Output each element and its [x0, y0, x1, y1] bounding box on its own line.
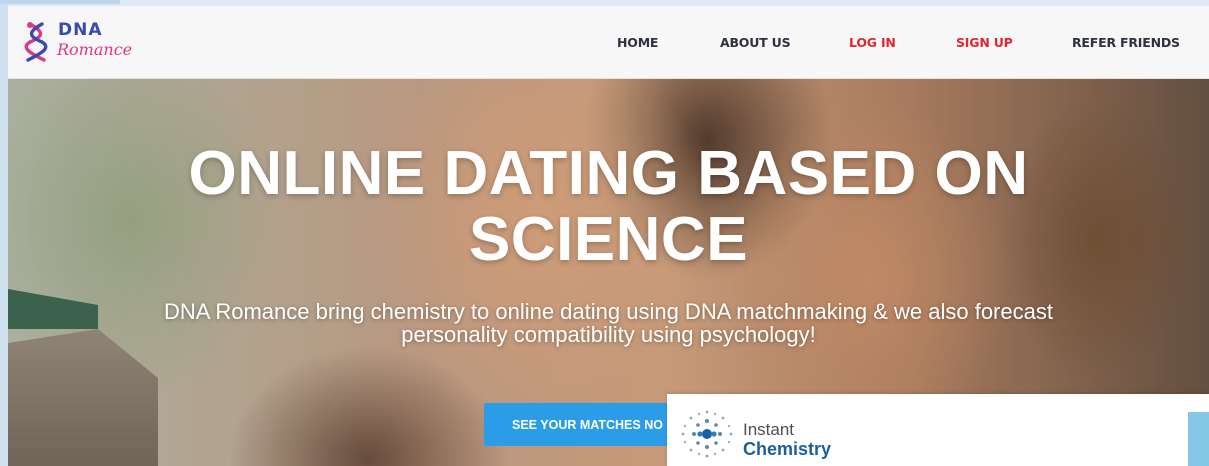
card-side-tab[interactable]	[1188, 412, 1209, 466]
nav-refer-friends[interactable]: REFER FRIENDS	[1072, 35, 1180, 50]
hero-subtitle: DNA Romance bring chemistry to online da…	[88, 300, 1129, 346]
see-matches-button[interactable]: SEE YOUR MATCHES NO	[484, 403, 684, 446]
dna-helix-icon	[24, 22, 48, 62]
dna-romance-logo[interactable]: DNA Romance	[24, 20, 134, 66]
hero-title-line2: SCIENCE	[468, 205, 749, 274]
hero-subtitle-line2: personality compatibility using psycholo…	[401, 322, 816, 347]
dots-starburst-icon	[681, 410, 733, 458]
hero-subtitle-line1: DNA Romance bring chemistry to online da…	[164, 299, 1053, 324]
logo-text-romance: Romance	[57, 40, 133, 59]
nav-log-in[interactable]: LOG IN	[849, 35, 896, 50]
nav-home[interactable]: HOME	[617, 35, 658, 50]
background-awning	[8, 289, 98, 329]
window-frame-top	[0, 0, 120, 4]
site-header: DNA Romance HOME ABOUT US LOG IN SIGN UP…	[8, 6, 1209, 78]
window-frame-left	[0, 0, 8, 466]
background-building	[8, 329, 158, 466]
instant-chemistry-text-chemistry: Chemistry	[743, 439, 832, 459]
main-nav: HOME ABOUT US LOG IN SIGN UP REFER FRIEN…	[569, 6, 1209, 78]
nav-sign-up[interactable]: SIGN UP	[956, 35, 1013, 50]
hero-title-line1: ONLINE DATING BASED ON	[188, 139, 1029, 208]
logo-text-dna: DNA	[58, 20, 103, 40]
nav-about-us[interactable]: ABOUT US	[720, 35, 791, 50]
instant-chemistry-card[interactable]: Instant Chemistry	[667, 394, 1209, 466]
hero-title: ONLINE DATING BASED ON SCIENCE	[8, 141, 1209, 273]
instant-chemistry-text-instant: Instant	[743, 420, 795, 439]
